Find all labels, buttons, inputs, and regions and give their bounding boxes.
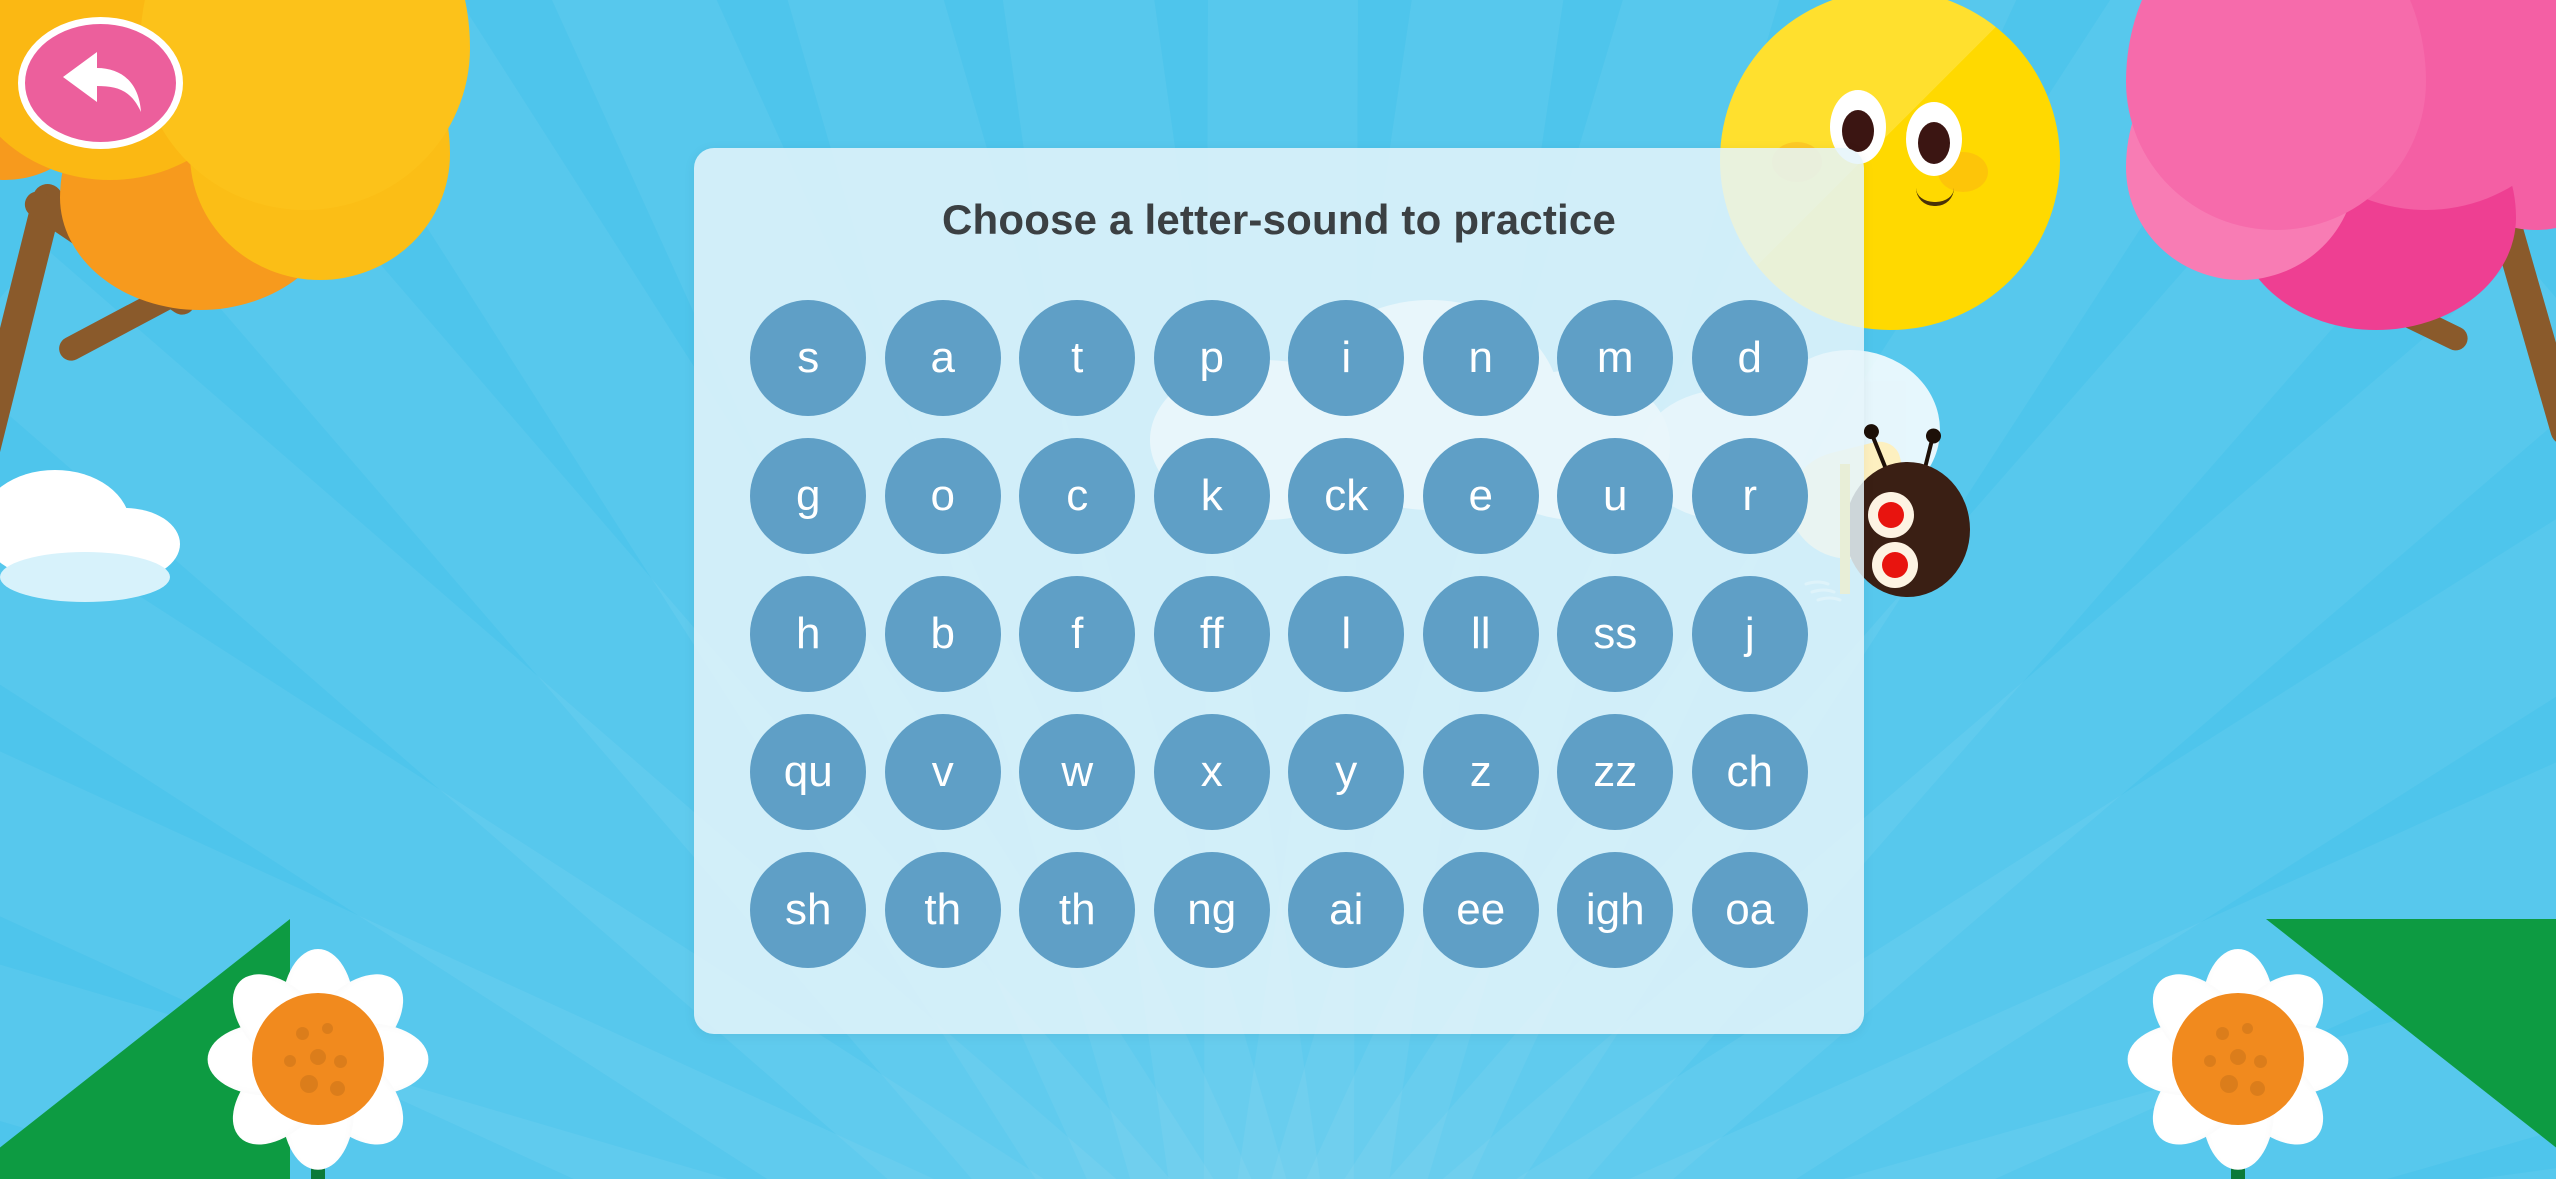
letter-sound-button[interactable]: l [1288,576,1405,692]
letter-sound-button[interactable]: igh [1557,852,1674,968]
letter-sound-panel: Choose a letter-sound to practice satpin… [694,148,1864,1034]
letter-sound-button[interactable]: z [1422,714,1539,830]
letter-sound-button[interactable]: v [884,714,1001,830]
letter-sound-button[interactable]: th [884,852,1001,968]
letter-sound-button[interactable]: ch [1691,714,1808,830]
letter-sound-button[interactable]: y [1288,714,1405,830]
letter-sound-button[interactable]: ff [1153,576,1270,692]
letter-sound-button[interactable]: k [1153,438,1270,554]
letter-sound-button[interactable]: o [884,438,1001,554]
game-screen: ✳ [0,0,2556,1179]
letter-sound-button[interactable]: b [884,576,1001,692]
pink-blossom-tree: ✳ [2076,0,2556,470]
letter-sound-button[interactable]: u [1557,438,1674,554]
letter-sound-button[interactable]: f [1019,576,1136,692]
letter-sound-button[interactable]: m [1557,300,1674,416]
letter-sound-button[interactable]: ll [1422,576,1539,692]
letter-sound-button[interactable]: ck [1288,438,1405,554]
letter-sound-button[interactable]: ng [1153,852,1270,968]
letter-sound-button[interactable]: j [1691,576,1808,692]
letter-sound-button[interactable]: x [1153,714,1270,830]
sun-eye [1906,102,1962,176]
flower-center [2172,993,2304,1125]
letter-sound-button[interactable]: e [1422,438,1539,554]
letter-sound-button[interactable]: ai [1288,852,1405,968]
letter-sound-button[interactable]: r [1691,438,1808,554]
page-title: Choose a letter-sound to practice [941,196,1617,243]
back-button[interactable] [18,17,183,149]
letter-sound-button[interactable]: ss [1557,576,1674,692]
letter-sound-button[interactable]: th [1019,852,1136,968]
back-arrow-icon [62,52,141,112]
letter-sound-button[interactable]: g [750,438,867,554]
letter-sound-button[interactable]: s [750,300,867,416]
letter-sound-button[interactable]: h [750,576,867,692]
letter-sound-button[interactable]: oa [1691,852,1808,968]
letter-sound-button[interactable]: a [884,300,1001,416]
flower-center [252,993,384,1125]
letter-sound-button[interactable]: p [1153,300,1270,416]
daisy-flower [2088,909,2388,1179]
letter-sound-button[interactable]: i [1288,300,1405,416]
letter-sound-button[interactable]: zz [1557,714,1674,830]
letter-sound-button[interactable]: n [1422,300,1539,416]
letter-sound-button[interactable]: ee [1422,852,1539,968]
cloud [0,460,210,602]
letter-sound-button[interactable]: qu [750,714,867,830]
letter-sound-button[interactable]: d [1691,300,1808,416]
ladybug-spot [1872,542,1918,588]
ladybug-spot [1868,492,1914,538]
letter-sound-button[interactable]: c [1019,438,1136,554]
letter-sound-button[interactable]: w [1019,714,1136,830]
letter-sound-button[interactable]: sh [750,852,867,968]
letter-sound-grid: s a t p i n m d g o c k ck e u r h b f ff l ll ss j qu v w x y z zz ch s… [749,300,1809,968]
letter-sound-button[interactable]: t [1019,300,1136,416]
daisy-flower [168,909,468,1179]
